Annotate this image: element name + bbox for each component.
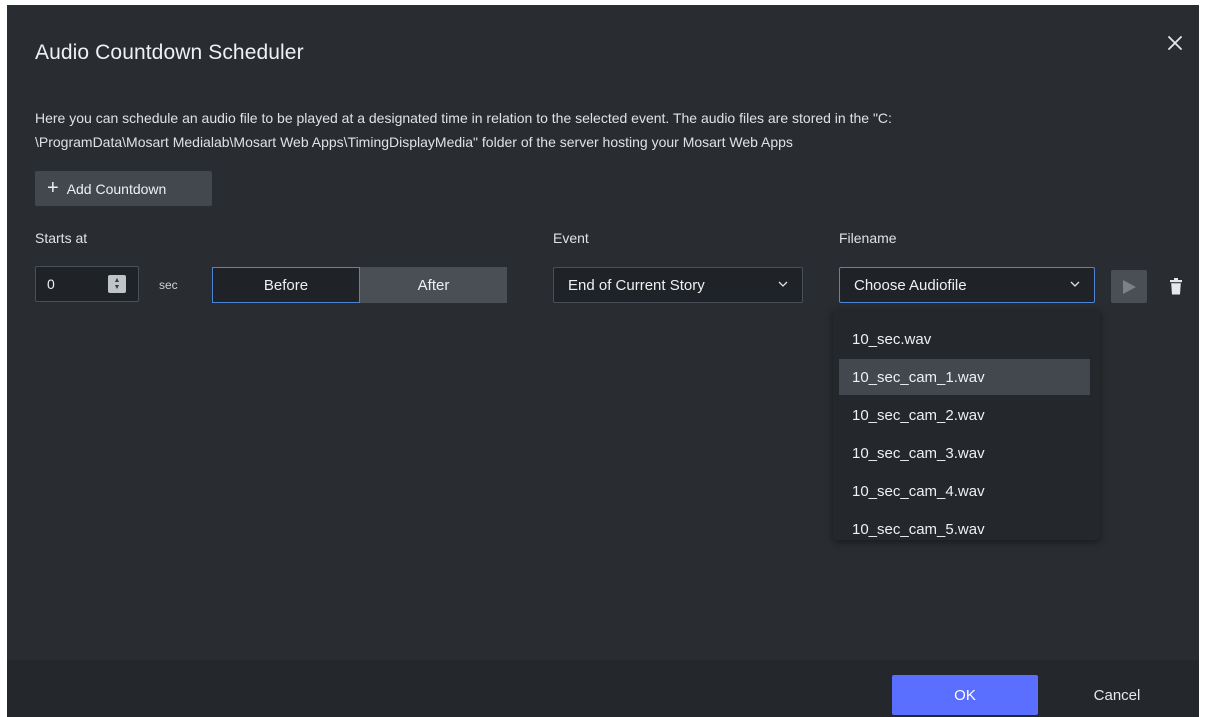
trash-icon [1170,277,1182,294]
description-line-1: Here you can schedule an audio file to b… [35,110,892,126]
dropdown-option[interactable]: 10_sec_cam_1.wav [839,359,1090,395]
add-countdown-button[interactable]: + Add Countdown [35,171,212,206]
dialog-title: Audio Countdown Scheduler [35,41,304,64]
stepper-icon[interactable]: ▲ ▼ [108,275,126,293]
after-toggle[interactable]: After [360,267,507,303]
event-select-value: End of Current Story [568,276,705,294]
unit-label: sec [159,278,178,292]
ok-button[interactable]: OK [892,675,1038,715]
dropdown-option[interactable]: 10_sec_cam_3.wav [839,435,1090,471]
close-button[interactable] [1161,29,1189,57]
add-countdown-label: Add Countdown [66,180,167,197]
starts-at-label: Starts at [35,230,88,246]
dialog-description: Here you can schedule an audio file to b… [35,106,1125,154]
starts-at-input[interactable]: 0 ▲ ▼ [35,266,139,302]
description-line-2: \ProgramData\Mosart Medialab\Mosart Web … [35,134,793,150]
chevron-down-icon [1070,281,1080,287]
filename-select[interactable]: Choose Audiofile [839,267,1095,303]
play-button[interactable] [1111,270,1147,303]
delete-button[interactable] [1165,273,1187,299]
filename-dropdown-menu: 10_sec.wav 10_sec_cam_1.wav 10_sec_cam_2… [833,310,1100,540]
cancel-button[interactable]: Cancel [1062,675,1172,715]
filename-select-value: Choose Audiofile [854,276,967,294]
event-label: Event [553,230,589,246]
audio-countdown-dialog: Audio Countdown Scheduler Here you can s… [7,5,1199,717]
dropdown-option[interactable]: 10_sec_cam_2.wav [839,397,1090,433]
chevron-down-icon [778,281,788,287]
dropdown-option[interactable]: 10_sec_cam_5.wav [839,511,1090,540]
filename-label: Filename [839,230,897,246]
dropdown-option[interactable]: 10_sec_cam_4.wav [839,473,1090,509]
dropdown-option[interactable]: 10_sec.wav [839,321,1090,357]
plus-icon: + [47,176,59,199]
play-icon [1123,279,1136,294]
close-icon [1168,36,1182,50]
starts-at-value: 0 [47,276,55,292]
before-toggle[interactable]: Before [212,267,360,303]
event-select[interactable]: End of Current Story [553,267,803,303]
